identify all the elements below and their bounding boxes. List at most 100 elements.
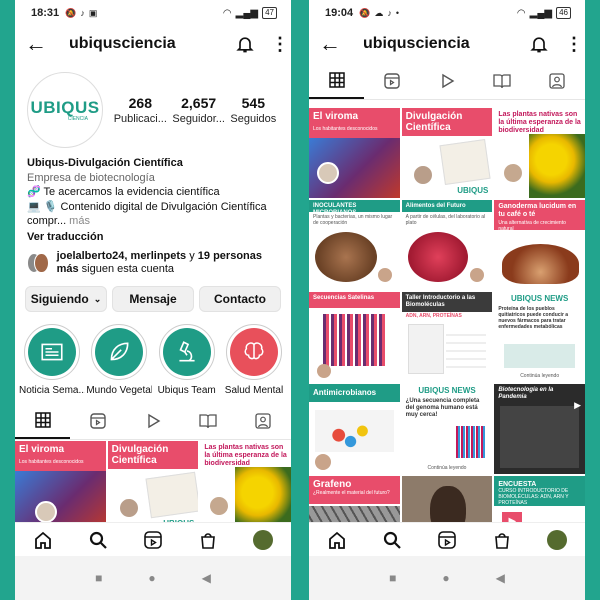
- author-avatar: [317, 364, 331, 378]
- status-right: ◠ ▂▄▆ 46: [517, 7, 571, 19]
- profile-avatar-nav[interactable]: [547, 529, 568, 550]
- follower-names: joelalberto24, merlinpets: [56, 250, 187, 262]
- highlight-mundo-vegetal[interactable]: Mundo Vegetal: [86, 324, 152, 396]
- post-thumbnail[interactable]: Divulgación Científica UBIQUS: [107, 441, 199, 531]
- back-button-icon[interactable]: ◀: [202, 571, 211, 585]
- pills-image: [315, 410, 394, 452]
- search-icon[interactable]: [382, 530, 402, 550]
- bottom-navigation: [15, 522, 291, 556]
- post-thumbnail[interactable]: Antimicrobianos: [309, 384, 400, 474]
- following-button[interactable]: Siguiendo ⌄: [25, 286, 107, 312]
- tab-tagged[interactable]: [530, 62, 585, 99]
- tab-grid[interactable]: [309, 62, 365, 99]
- tagged-user-icon: [549, 72, 566, 89]
- tiktok-icon: ♪: [80, 8, 85, 18]
- highlight-ring: [24, 324, 80, 380]
- back-button-icon[interactable]: ◀: [496, 571, 505, 585]
- profile-avatar[interactable]: UBIQUS CIENCIA: [27, 72, 103, 148]
- newspaper-icon: [28, 328, 76, 376]
- reel-icon: ▶: [574, 400, 581, 410]
- post-thumbnail[interactable]: Divulgación Científica UBIQUS: [401, 108, 493, 198]
- notification-icons: 🔕 ☁ ♪ •: [359, 8, 399, 19]
- post-thumbnail[interactable]: UBIQUS NEWS ¿Una secuencia completa del …: [401, 384, 493, 474]
- posts-count[interactable]: 268 Publicaci...: [114, 95, 167, 125]
- post-thumbnail[interactable]: Biotecnología en la Pandemia ▶: [494, 384, 585, 474]
- brain-icon-glyph: [244, 342, 264, 360]
- recent-apps-icon[interactable]: ■: [389, 571, 396, 585]
- posts-grid: El viroma Los habitantes desconocidos Di…: [15, 441, 291, 531]
- post-thumbnail[interactable]: Ganoderma lucidum en tu café o té Una al…: [494, 200, 585, 290]
- post-thumbnail[interactable]: El viroma Los habitantes desconocidos: [15, 441, 106, 531]
- newspaper-icon-glyph: [41, 343, 63, 361]
- post-subtitle: A partir de células, del laboratorio al …: [405, 214, 486, 226]
- notification-icons: 🔕 ♪ ▣: [65, 8, 97, 19]
- more-options-icon[interactable]: ⋮: [271, 34, 289, 55]
- home-button-icon[interactable]: ●: [442, 571, 449, 585]
- roots-image: [315, 232, 377, 282]
- back-arrow-icon[interactable]: ←: [25, 33, 55, 55]
- highlight-salud-mental[interactable]: Salud Mental: [221, 324, 287, 396]
- profile-tabs: [15, 402, 291, 440]
- shop-icon[interactable]: [492, 530, 512, 550]
- muted-icon: 🔕: [65, 7, 77, 18]
- guide-book-icon: [199, 413, 217, 428]
- back-arrow-icon[interactable]: ←: [319, 33, 349, 55]
- bell-icon[interactable]: [529, 34, 549, 54]
- post-thumbnail[interactable]: UBIQUS NEWS Proteína de los pueblos quit…: [494, 292, 585, 382]
- home-icon[interactable]: [33, 530, 53, 550]
- profile-avatar-nav[interactable]: [253, 529, 274, 550]
- grid-icon: [328, 71, 345, 88]
- bell-icon[interactable]: [235, 34, 255, 54]
- shop-icon[interactable]: [198, 530, 218, 550]
- reels-icon[interactable]: [437, 530, 457, 550]
- reels-icon[interactable]: [143, 530, 163, 550]
- post-title: Ganoderma lucidum en tu café o té: [498, 203, 577, 218]
- see-translation-link[interactable]: Ver traducción: [27, 230, 279, 245]
- author-avatar: [502, 162, 525, 184]
- post-thumbnail[interactable]: Alimentos del Futuro A partir de células…: [401, 200, 493, 290]
- highlight-noticia[interactable]: Noticia Sema...: [19, 324, 85, 396]
- bio-more-link[interactable]: más: [66, 215, 90, 227]
- status-time: 19:04: [325, 7, 354, 19]
- notebook-image: [145, 471, 199, 519]
- post-thumbnail[interactable]: INOCULANTES MICROBIANOS Plantas y bacter…: [309, 200, 400, 290]
- post-title: El viroma: [313, 111, 359, 122]
- followers-count[interactable]: 2,657 Seguidor...: [172, 95, 225, 125]
- highlight-ubiqus-team[interactable]: Ubiqus Team: [154, 324, 220, 396]
- tab-videos[interactable]: [419, 62, 474, 99]
- follower-avatar: [34, 253, 49, 273]
- bio-line-truncated: compr... más: [27, 214, 279, 229]
- post-thumbnail[interactable]: Secuencias Satelinas: [309, 292, 400, 382]
- posts-grid: El viroma Los habitantes desconocidos Di…: [309, 108, 585, 566]
- battery-icon: 46: [556, 7, 571, 19]
- stat-number: 268: [128, 95, 152, 111]
- post-thumbnail[interactable]: El viroma Los habitantes desconocidos: [309, 108, 400, 198]
- tab-guides[interactable]: [475, 62, 530, 99]
- recent-apps-icon[interactable]: ■: [95, 571, 102, 585]
- dot-icon: •: [395, 8, 400, 18]
- tab-tagged[interactable]: [236, 402, 291, 439]
- post-thumbnail[interactable]: Las plantas nativas son la última espera…: [494, 108, 585, 198]
- following-count[interactable]: 545 Seguidos: [230, 95, 276, 125]
- post-thumbnail[interactable]: Taller Introductorio a las Biomoléculas …: [401, 292, 493, 382]
- search-icon[interactable]: [88, 530, 108, 550]
- more-options-icon[interactable]: ⋮: [565, 34, 583, 55]
- home-icon[interactable]: [327, 530, 347, 550]
- post-title: Las plantas nativas son la última espera…: [204, 444, 287, 467]
- followed-by[interactable]: joelalberto24, merlinpets y 19 personas …: [15, 244, 291, 282]
- tab-reels[interactable]: [364, 62, 419, 99]
- dna-image: [323, 314, 385, 366]
- home-button-icon[interactable]: ●: [148, 571, 155, 585]
- post-thumbnail[interactable]: Las plantas nativas son la última espera…: [200, 441, 291, 531]
- brand-logo: UBIQUS: [30, 98, 100, 117]
- tab-guides[interactable]: [181, 402, 236, 439]
- tab-reels[interactable]: [70, 402, 125, 439]
- profile-tabs: [309, 62, 585, 100]
- tab-videos[interactable]: [125, 402, 180, 439]
- ubiqus-brand-mark: UBIQUS: [457, 186, 489, 195]
- contact-button[interactable]: Contacto: [199, 286, 281, 312]
- speaker-list: [446, 328, 487, 374]
- message-button[interactable]: Mensaje: [112, 286, 194, 312]
- status-bar: 19:04 🔕 ☁ ♪ • ◠ ▂▄▆ 46: [309, 0, 585, 26]
- tab-grid[interactable]: [15, 402, 71, 439]
